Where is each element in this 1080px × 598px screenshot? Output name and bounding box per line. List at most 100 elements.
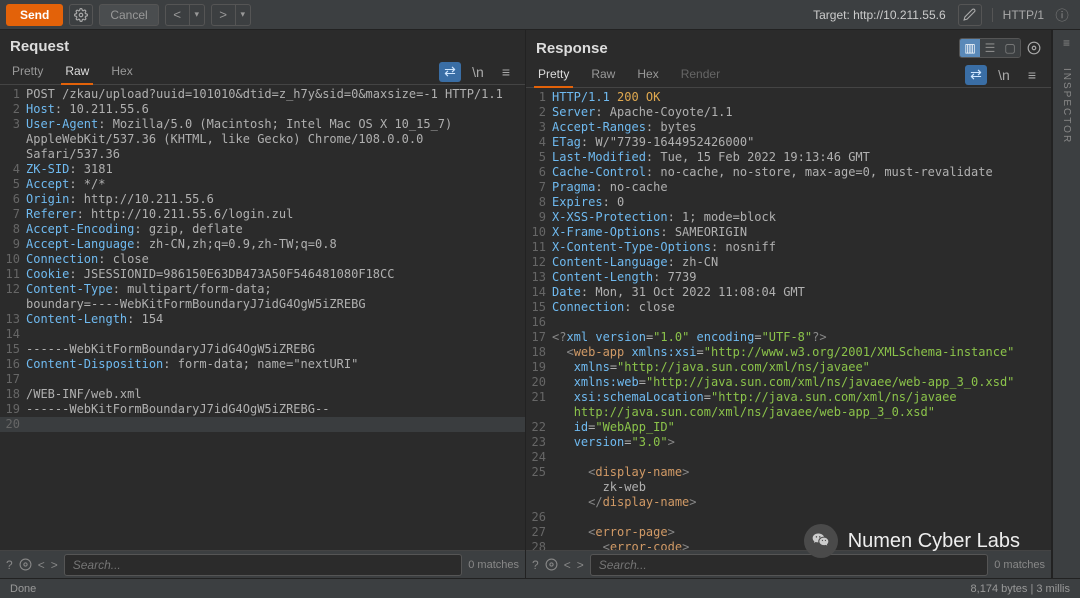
back-dropdown[interactable]: ▾	[189, 4, 205, 26]
code-line[interactable]: 8Accept-Encoding: gzip, deflate	[0, 222, 525, 237]
code-line[interactable]: 5Accept: */*	[0, 177, 525, 192]
code-line[interactable]: 2Host: 10.211.55.6	[0, 102, 525, 117]
menu-icon[interactable]: ≡	[1021, 65, 1043, 85]
search-prev-icon[interactable]: <	[38, 558, 45, 572]
action-convert-icon[interactable]: ⇄	[965, 65, 987, 85]
code-line[interactable]: 23 version="3.0">	[526, 435, 1051, 450]
code-line[interactable]: 7Referer: http://10.211.55.6/login.zul	[0, 207, 525, 222]
menu-icon[interactable]: ≡	[495, 62, 517, 82]
code-line[interactable]: 15------WebKitFormBoundaryJ7idG4OgW5iZRE…	[0, 342, 525, 357]
tab-render[interactable]: Render	[677, 63, 724, 86]
code-line[interactable]: boundary=----WebKitFormBoundaryJ7idG4OgW…	[0, 297, 525, 312]
code-line[interactable]: 12Content-Type: multipart/form-data;	[0, 282, 525, 297]
code-line[interactable]: 5Last-Modified: Tue, 15 Feb 2022 19:13:4…	[526, 150, 1051, 165]
code-line[interactable]: 9X-XSS-Protection: 1; mode=block	[526, 210, 1051, 225]
code-line[interactable]: 22 id="WebApp_ID"	[526, 420, 1051, 435]
status-left: Done	[10, 583, 36, 595]
code-line[interactable]: 12Content-Language: zh-CN	[526, 255, 1051, 270]
tab-pretty[interactable]: Pretty	[534, 63, 573, 88]
help-icon[interactable]: ?	[532, 558, 539, 572]
code-line[interactable]: 1POST /zkau/upload?uuid=101010&dtid=z_h7…	[0, 87, 525, 102]
code-line[interactable]: 6Origin: http://10.211.55.6	[0, 192, 525, 207]
settings-gear-icon[interactable]	[69, 4, 93, 26]
layout-single-icon[interactable]: ▢	[1000, 39, 1020, 57]
code-line[interactable]: 10X-Frame-Options: SAMEORIGIN	[526, 225, 1051, 240]
main-split: Request Pretty Raw Hex ⇄ \n ≡ 1POST /zka…	[0, 30, 1080, 578]
search-prev-icon[interactable]: <	[564, 558, 571, 572]
help-icon[interactable]: ?	[6, 558, 13, 572]
search-next-icon[interactable]: >	[577, 558, 584, 572]
forward-dropdown[interactable]: ▾	[235, 4, 251, 26]
code-line[interactable]: 13Content-Length: 154	[0, 312, 525, 327]
code-line[interactable]: 16	[526, 315, 1051, 330]
sidebar-toggle-icon[interactable]: ≡	[1063, 36, 1070, 50]
settings-icon[interactable]	[545, 558, 558, 571]
warning-icon[interactable]: ⓘ	[1050, 4, 1074, 26]
code-line[interactable]: 3Accept-Ranges: bytes	[526, 120, 1051, 135]
code-line[interactable]: 9Accept-Language: zh-CN,zh;q=0.9,zh-TW;q…	[0, 237, 525, 252]
code-line[interactable]: 21 xsi:schemaLocation="http://java.sun.c…	[526, 390, 1051, 405]
panel-settings-icon[interactable]	[1027, 41, 1041, 55]
code-line[interactable]: zk-web	[526, 480, 1051, 495]
code-line[interactable]: http://java.sun.com/xml/ns/javaee/web-ap…	[526, 405, 1051, 420]
code-line[interactable]: </display-name>	[526, 495, 1051, 510]
code-line[interactable]: 14	[0, 327, 525, 342]
action-convert-icon[interactable]: ⇄	[439, 62, 461, 82]
code-line[interactable]: 11X-Content-Type-Options: nosniff	[526, 240, 1051, 255]
tab-raw[interactable]: Raw	[587, 63, 619, 86]
code-line[interactable]: 15Connection: close	[526, 300, 1051, 315]
inspector-label[interactable]: INSPECTOR	[1061, 68, 1072, 144]
code-line[interactable]: 28 <error-code>	[526, 540, 1051, 550]
code-line[interactable]: 19 xmlns="http://java.sun.com/xml/ns/jav…	[526, 360, 1051, 375]
code-line[interactable]: 17	[0, 372, 525, 387]
wrap-lines-icon[interactable]: \n	[993, 65, 1015, 85]
code-line[interactable]: 25 <display-name>	[526, 465, 1051, 480]
search-next-icon[interactable]: >	[51, 558, 58, 572]
code-line[interactable]: 19------WebKitFormBoundaryJ7idG4OgW5iZRE…	[0, 402, 525, 417]
tab-pretty[interactable]: Pretty	[8, 60, 47, 83]
code-line[interactable]: 18 <web-app xmlns:xsi="http://www.w3.org…	[526, 345, 1051, 360]
history-back-group: < ▾	[165, 4, 205, 26]
code-line[interactable]: 2Server: Apache-Coyote/1.1	[526, 105, 1051, 120]
code-line[interactable]: 11Cookie: JSESSIONID=986150E63DB473A50F5…	[0, 267, 525, 282]
code-line[interactable]: 6Cache-Control: no-cache, no-store, max-…	[526, 165, 1051, 180]
code-line[interactable]: 8Expires: 0	[526, 195, 1051, 210]
forward-button[interactable]: >	[211, 4, 235, 26]
code-line[interactable]: 13Content-Length: 7739	[526, 270, 1051, 285]
tab-hex[interactable]: Hex	[633, 63, 662, 86]
code-line[interactable]: 20 xmlns:web="http://java.sun.com/xml/ns…	[526, 375, 1051, 390]
layout-columns-icon[interactable]: ▥	[960, 39, 980, 57]
back-button[interactable]: <	[165, 4, 189, 26]
code-line[interactable]: 4ZK-SID: 3181	[0, 162, 525, 177]
code-line[interactable]: AppleWebKit/537.36 (KHTML, like Gecko) C…	[0, 132, 525, 147]
code-line[interactable]: 27 <error-page>	[526, 525, 1051, 540]
tab-raw[interactable]: Raw	[61, 60, 93, 85]
search-input[interactable]	[64, 554, 463, 576]
code-line[interactable]: 14Date: Mon, 31 Oct 2022 11:08:04 GMT	[526, 285, 1051, 300]
code-line[interactable]: 26	[526, 510, 1051, 525]
wrap-lines-icon[interactable]: \n	[467, 62, 489, 82]
code-line[interactable]: 3User-Agent: Mozilla/5.0 (Macintosh; Int…	[0, 117, 525, 132]
code-line[interactable]: 4ETag: W/"7739-1644952426000"	[526, 135, 1051, 150]
send-button[interactable]: Send	[6, 4, 63, 26]
cancel-button[interactable]: Cancel	[99, 4, 158, 26]
code-line[interactable]: 24	[526, 450, 1051, 465]
code-line[interactable]: 16Content-Disposition: form-data; name="…	[0, 357, 525, 372]
layout-toggle[interactable]: ▥ ☰ ▢	[959, 38, 1021, 58]
settings-icon[interactable]	[19, 558, 32, 571]
code-line[interactable]: 1HTTP/1.1 200 OK	[526, 90, 1051, 105]
code-line[interactable]: 20	[0, 417, 525, 432]
http-version[interactable]: HTTP/1	[992, 8, 1044, 22]
code-line[interactable]: 18/WEB-INF/web.xml	[0, 387, 525, 402]
layout-rows-icon[interactable]: ☰	[980, 39, 1000, 57]
code-line[interactable]: Safari/537.36	[0, 147, 525, 162]
code-line[interactable]: 17<?xml version="1.0" encoding="UTF-8"?>	[526, 330, 1051, 345]
request-footer: ? < > 0 matches	[0, 550, 525, 578]
code-line[interactable]: 10Connection: close	[0, 252, 525, 267]
search-input[interactable]	[590, 554, 989, 576]
edit-target-icon[interactable]	[958, 4, 982, 26]
tab-hex[interactable]: Hex	[107, 60, 136, 83]
request-editor[interactable]: 1POST /zkau/upload?uuid=101010&dtid=z_h7…	[0, 85, 525, 550]
response-viewer[interactable]: 1HTTP/1.1 200 OK2Server: Apache-Coyote/1…	[526, 88, 1051, 550]
code-line[interactable]: 7Pragma: no-cache	[526, 180, 1051, 195]
